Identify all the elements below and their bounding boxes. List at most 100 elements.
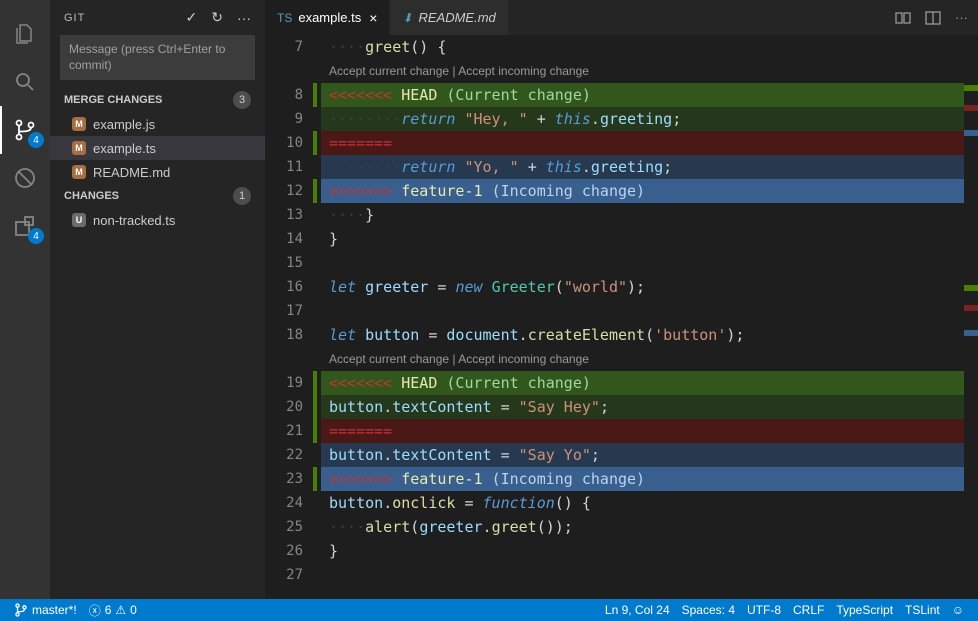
compare-changes-icon[interactable] xyxy=(895,10,911,26)
line-number: 21 xyxy=(265,419,303,443)
editor-tab[interactable]: ⬇README.md xyxy=(390,0,508,35)
status-position[interactable]: Ln 9, Col 24 xyxy=(599,603,676,617)
activity-scm[interactable]: 4 xyxy=(0,106,50,154)
line-number: 26 xyxy=(265,539,303,563)
file-name: README.md xyxy=(93,165,170,180)
editor-more-icon[interactable]: ··· xyxy=(955,10,968,26)
code-line[interactable]: ····greet() { xyxy=(321,35,978,59)
scm-sidebar: GIT ✓ ↻ ··· Message (press Ctrl+Enter to… xyxy=(50,0,265,599)
code-line[interactable]: >>>>>>> feature-1 (Incoming change) xyxy=(321,467,978,491)
tab-label: example.ts xyxy=(298,10,361,25)
code-content[interactable]: ····greet() {Accept current change | Acc… xyxy=(321,35,978,599)
line-number: 23 xyxy=(265,467,303,491)
scm-badge: 4 xyxy=(28,132,44,148)
code-line[interactable]: button.textContent = "Say Hey"; xyxy=(321,395,978,419)
line-number: 17 xyxy=(265,299,303,323)
line-number: 12 xyxy=(265,179,303,203)
line-number: 8 xyxy=(265,83,303,107)
codelens-accept-current[interactable]: Accept current change xyxy=(329,352,449,366)
line-number xyxy=(265,347,303,371)
activity-search[interactable] xyxy=(0,58,50,106)
file-status-badge: M xyxy=(72,165,86,179)
code-line[interactable]: ········return "Hey, " + this.greeting; xyxy=(321,107,978,131)
status-lint[interactable]: TSLint xyxy=(899,603,946,617)
code-line[interactable]: <<<<<<< HEAD (Current change) xyxy=(321,83,978,107)
code-line[interactable]: ····alert(greeter.greet()); xyxy=(321,515,978,539)
status-problems[interactable]: ⓧ6 ⚠0 xyxy=(83,602,143,619)
section-header[interactable]: CHANGES 1 xyxy=(50,184,265,208)
code-line[interactable]: let greeter = new Greeter("world"); xyxy=(321,275,978,299)
activity-explorer[interactable] xyxy=(0,10,50,58)
status-spaces[interactable]: Spaces: 4 xyxy=(676,603,741,617)
editor-area: TSexample.ts×⬇README.md ··· 789101112131… xyxy=(265,0,978,599)
status-bar: master*! ⓧ6 ⚠0 Ln 9, Col 24 Spaces: 4 UT… xyxy=(0,599,978,621)
warning-icon: ⚠ xyxy=(115,603,126,617)
code-line[interactable]: ········return "Yo, " + this.greeting; xyxy=(321,155,978,179)
line-number: 27 xyxy=(265,563,303,587)
extensions-badge: 4 xyxy=(28,228,44,244)
code-line[interactable]: ======= xyxy=(321,419,978,443)
status-encoding[interactable]: UTF-8 xyxy=(741,603,787,617)
file-item[interactable]: Mexample.ts xyxy=(50,136,265,160)
sidebar-title: GIT xyxy=(64,12,172,24)
line-number: 10 xyxy=(265,131,303,155)
split-editor-icon[interactable] xyxy=(925,10,941,26)
status-eol[interactable]: CRLF xyxy=(787,603,830,617)
commit-message-input[interactable]: Message (press Ctrl+Enter to commit) xyxy=(60,35,255,80)
branch-icon xyxy=(14,603,28,617)
refresh-icon[interactable]: ↻ xyxy=(211,9,223,26)
file-name: example.ts xyxy=(93,141,156,156)
code-line[interactable] xyxy=(321,299,978,323)
code-area[interactable]: 789101112131415161718192021222324252627 … xyxy=(265,35,978,599)
activity-debug[interactable] xyxy=(0,154,50,202)
line-number: 13 xyxy=(265,203,303,227)
tab-bar: TS example.ts × ⬇README.md ··· xyxy=(265,0,978,35)
main-area: 4 4 GIT ✓ ↻ ··· Message (press Ctrl+Ente… xyxy=(0,0,978,599)
codelens-accept-incoming[interactable]: Accept incoming change xyxy=(458,64,589,78)
codelens-accept-current[interactable]: Accept current change xyxy=(329,64,449,78)
file-name: non-tracked.ts xyxy=(93,213,175,228)
activity-extensions[interactable]: 4 xyxy=(0,202,50,250)
file-type-icon: ⬇ xyxy=(402,11,412,25)
file-status-badge: M xyxy=(72,141,86,155)
codelens-row: Accept current change | Accept incoming … xyxy=(321,347,978,371)
line-number: 24 xyxy=(265,491,303,515)
status-branch[interactable]: master*! xyxy=(8,603,83,617)
code-line[interactable]: } xyxy=(321,539,978,563)
line-number: 9 xyxy=(265,107,303,131)
code-line[interactable] xyxy=(321,251,978,275)
code-line[interactable]: <<<<<<< HEAD (Current change) xyxy=(321,371,978,395)
editor-tab[interactable]: TS example.ts × xyxy=(265,0,390,35)
code-line[interactable]: ····} xyxy=(321,203,978,227)
status-language[interactable]: TypeScript xyxy=(830,603,899,617)
code-line[interactable]: >>>>>>> feature-1 (Incoming change) xyxy=(321,179,978,203)
codelens-accept-incoming[interactable]: Accept incoming change xyxy=(458,352,589,366)
line-number: 14 xyxy=(265,227,303,251)
code-line[interactable]: } xyxy=(321,227,978,251)
tab-actions: ··· xyxy=(895,10,978,26)
section-label: CHANGES xyxy=(64,190,119,202)
activity-bar: 4 4 xyxy=(0,0,50,599)
file-item[interactable]: Mexample.js xyxy=(50,112,265,136)
overview-ruler[interactable] xyxy=(964,35,978,599)
line-number: 15 xyxy=(265,251,303,275)
status-feedback-icon[interactable]: ☺ xyxy=(946,603,970,617)
error-icon: ⓧ xyxy=(89,602,101,619)
codelens-row: Accept current change | Accept incoming … xyxy=(321,59,978,83)
code-line[interactable] xyxy=(321,563,978,587)
section-header[interactable]: MERGE CHANGES3 xyxy=(50,88,265,112)
section-count: 1 xyxy=(233,187,251,205)
file-type-icon: TS xyxy=(277,11,292,25)
code-line[interactable]: button.onclick = function() { xyxy=(321,491,978,515)
line-number: 7 xyxy=(265,35,303,59)
close-icon[interactable]: × xyxy=(369,10,377,26)
commit-icon[interactable]: ✓ xyxy=(186,9,198,26)
more-icon[interactable]: ··· xyxy=(237,10,251,26)
code-line[interactable]: ======= xyxy=(321,131,978,155)
file-item[interactable]: M README.md xyxy=(50,160,265,184)
code-line[interactable]: let button = document.createElement('but… xyxy=(321,323,978,347)
code-line[interactable]: button.textContent = "Say Yo"; xyxy=(321,443,978,467)
file-item[interactable]: Unon-tracked.ts xyxy=(50,208,265,232)
line-number-gutter: 789101112131415161718192021222324252627 xyxy=(265,35,321,599)
line-number: 22 xyxy=(265,443,303,467)
